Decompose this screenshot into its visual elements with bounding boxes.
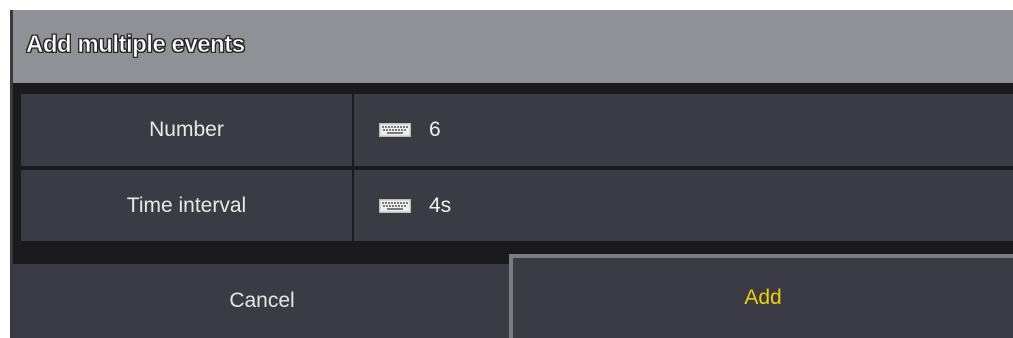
fields-table: Number 6 Time interval 4s bbox=[13, 83, 1013, 250]
time-interval-field[interactable]: 4s bbox=[354, 170, 1013, 241]
time-interval-label: Time interval bbox=[21, 170, 352, 241]
time-interval-value: 4s bbox=[429, 193, 452, 217]
keyboard-icon bbox=[379, 198, 411, 213]
number-field[interactable]: 6 bbox=[354, 94, 1013, 166]
number-label: Number bbox=[21, 94, 352, 166]
dialog-titlebar[interactable]: Add multiple events bbox=[10, 10, 1013, 83]
keyboard-icon bbox=[379, 123, 411, 137]
add-button[interactable]: Add bbox=[509, 254, 1013, 338]
dialog-title: Add multiple events bbox=[26, 31, 246, 59]
add-multiple-events-dialog: Add multiple events Number 6 Time interv… bbox=[10, 10, 1013, 338]
number-value: 6 bbox=[429, 118, 441, 141]
cancel-button[interactable]: Cancel bbox=[13, 264, 511, 338]
